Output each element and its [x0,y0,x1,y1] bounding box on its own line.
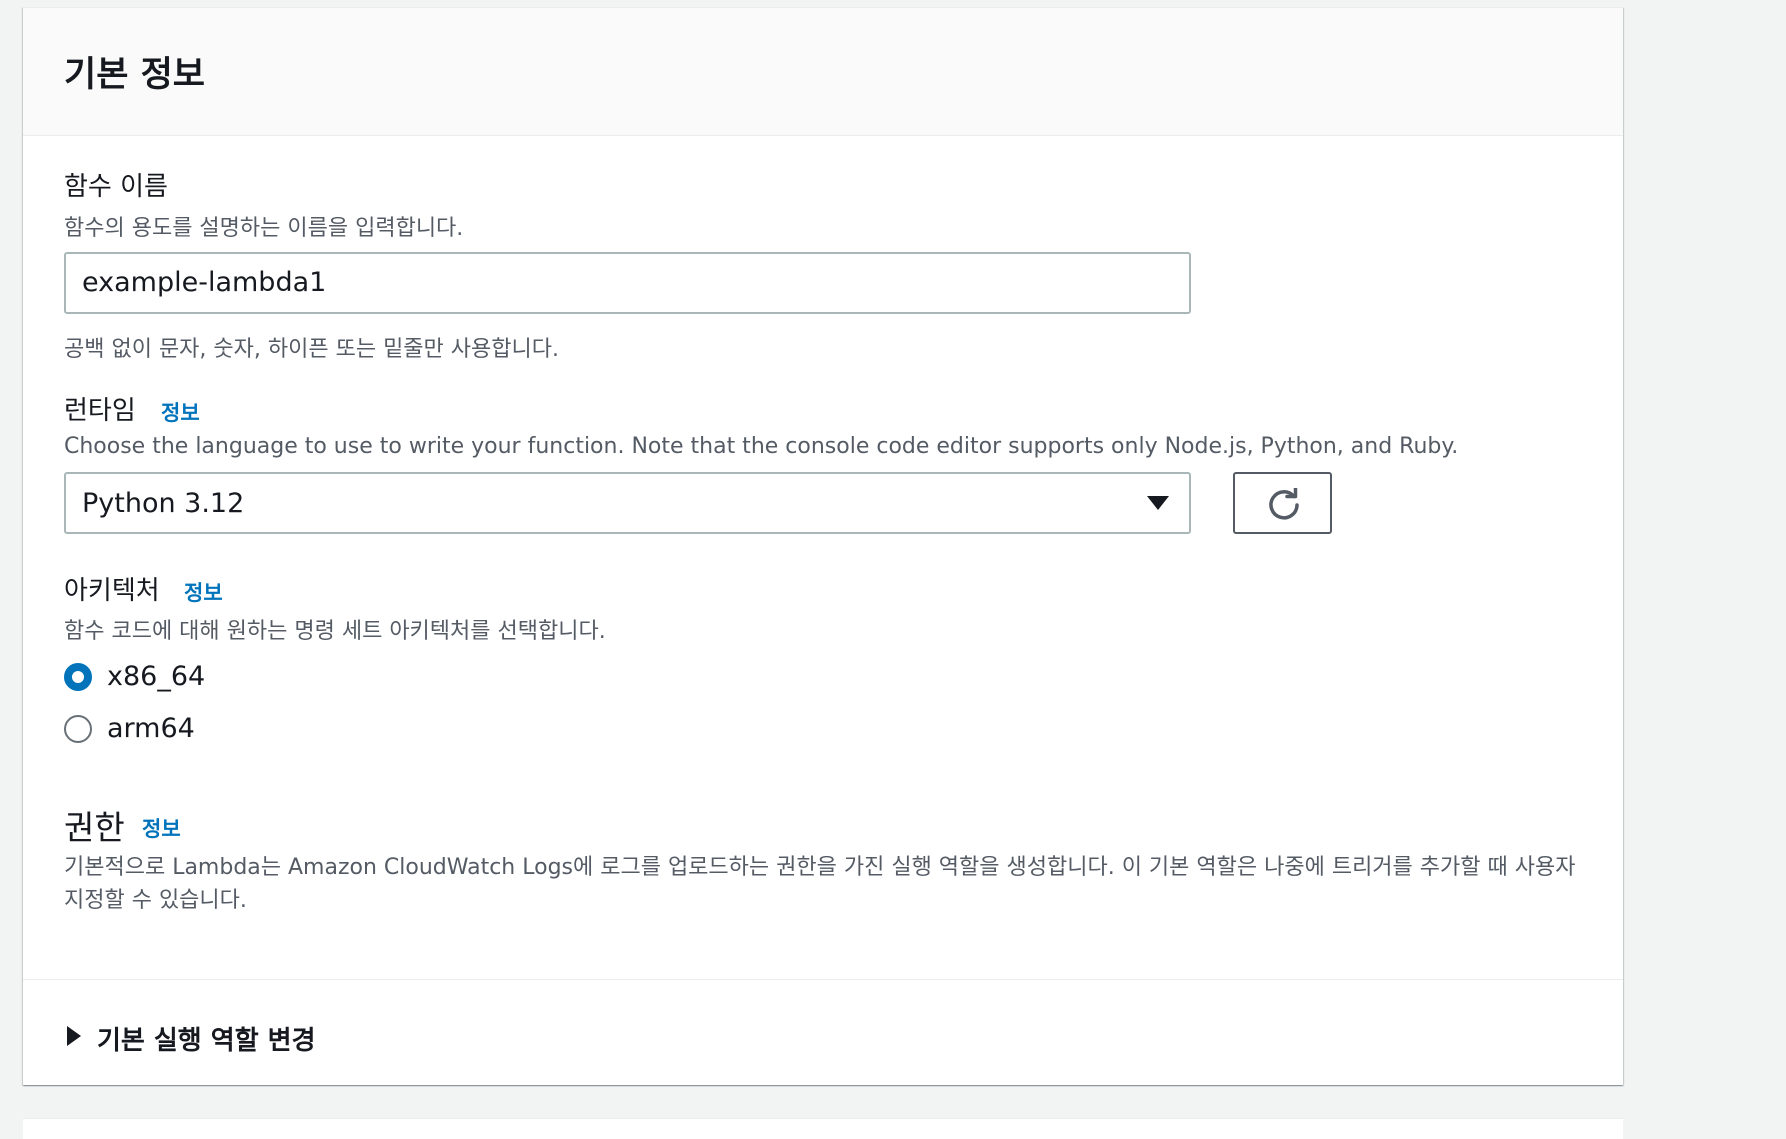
architecture-label: 아키텍처 [64,576,160,606]
next-panel [23,1118,1623,1139]
function-name-constraint: 공백 없이 문자, 숫자, 하이픈 또는 밑줄만 사용합니다. [64,337,559,362]
runtime-label: 런타임 [64,396,136,426]
refresh-icon [1269,488,1299,520]
runtime-select[interactable]: Python 3.12 [64,472,1191,534]
permissions-description: 기본적으로 Lambda는 Amazon CloudWatch Logs에 로그… [64,855,1576,913]
runtime-info-link[interactable]: 정보 [161,397,200,427]
permissions-info-link[interactable]: 정보 [142,813,181,843]
architecture-info-link[interactable]: 정보 [184,577,223,607]
panel-header: 기본 정보 [23,8,1623,136]
runtime-refresh-button[interactable] [1233,472,1332,534]
radio-label: arm64 [107,713,195,744]
function-name-description: 함수의 용도를 설명하는 이름을 입력합니다. [64,216,464,241]
caret-right-icon [67,1026,81,1046]
runtime-selected-value: Python 3.12 [82,488,245,519]
panel-title: 기본 정보 [64,55,205,95]
runtime-description: Choose the language to use to write your… [64,434,1459,459]
permissions-heading: 권한 [64,808,125,847]
divider [23,979,1623,980]
radio-label: x86_64 [107,661,206,692]
basic-info-panel: 기본 정보 함수 이름 함수의 용도를 설명하는 이름을 입력합니다. exam… [23,7,1623,1085]
radio-button-selected[interactable] [64,663,92,691]
caret-down-icon [1147,496,1169,510]
function-name-label: 함수 이름 [64,172,168,202]
radio-button[interactable] [64,715,92,743]
architecture-description: 함수 코드에 대해 원하는 명령 세트 아키텍처를 선택합니다. [64,619,606,644]
function-name-input[interactable]: example-lambda1 [64,252,1191,314]
expander-label: 기본 실행 역할 변경 [97,1026,316,1056]
